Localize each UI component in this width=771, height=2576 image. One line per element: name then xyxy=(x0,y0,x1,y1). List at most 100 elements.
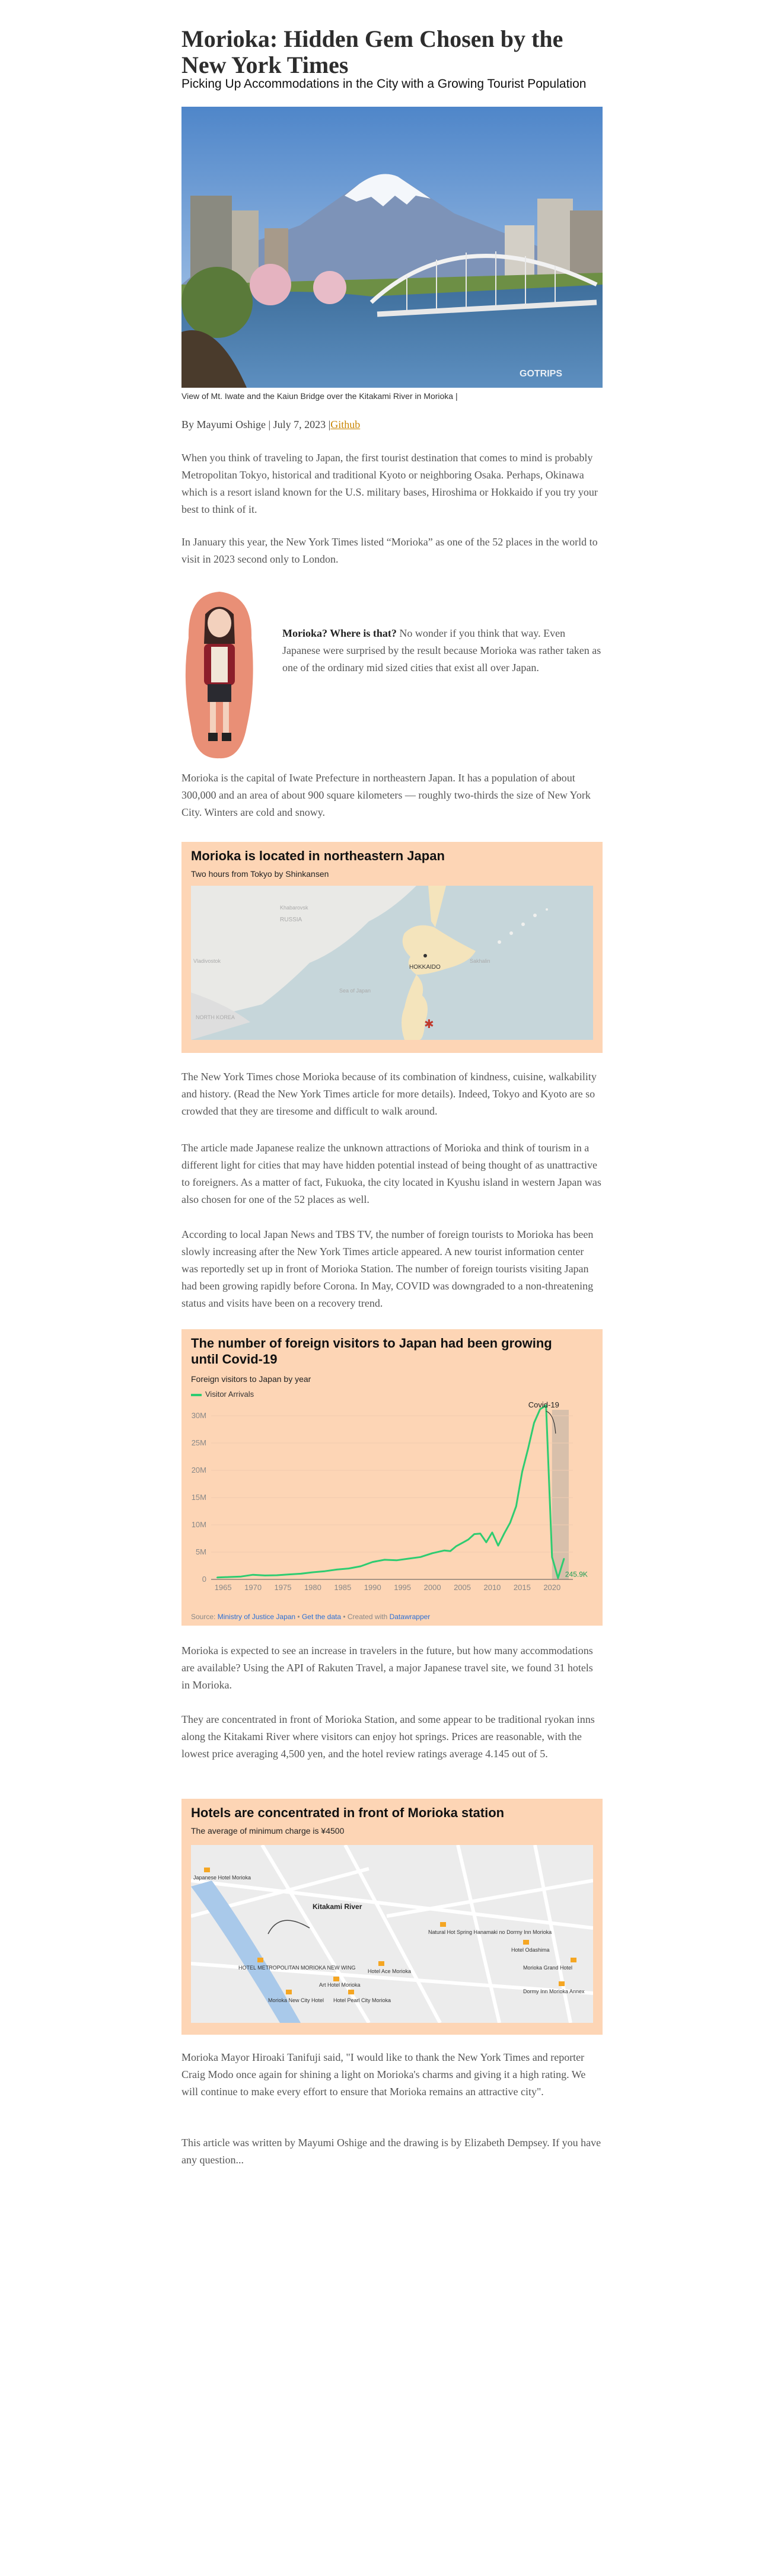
japan-map[interactable]: ✱ HOKKAIDO RUSSIA Khabarovsk Vladivostok… xyxy=(191,886,593,1040)
data-point xyxy=(384,1559,386,1561)
y-tick-label: 5M xyxy=(196,1547,206,1556)
river-label: Kitakami River xyxy=(313,1903,362,1911)
hero-photo: GOTRIPS xyxy=(181,107,603,388)
data-point xyxy=(503,1533,505,1534)
data-point xyxy=(264,1575,266,1576)
paragraph: In January this year, the New York Times… xyxy=(181,536,598,565)
data-point xyxy=(557,1577,559,1579)
data-point xyxy=(515,1505,517,1507)
map-label-north-korea: NORTH KOREA xyxy=(196,1014,235,1020)
paragraph: The New York Times chose Morioka because… xyxy=(181,1071,597,1117)
data-point xyxy=(563,1557,565,1560)
y-tick-label: 10M xyxy=(192,1520,206,1529)
datawrapper-link[interactable]: Datawrapper xyxy=(390,1613,431,1621)
chart-subtitle: Foreign visitors to Japan by year xyxy=(191,1374,311,1384)
y-tick-label: 0 xyxy=(202,1575,206,1584)
created-with: • Created with xyxy=(341,1613,390,1621)
hotel-map-subtitle: The average of minimum charge is ¥4500 xyxy=(191,1826,345,1836)
hotel-map-figure: Hotels are concentrated in front of Mori… xyxy=(181,1799,603,2035)
hotel-label: Hotel Odashima xyxy=(511,1947,550,1953)
data-point xyxy=(276,1574,278,1576)
visitors-figure: The number of foreign visitors to Japan … xyxy=(181,1329,603,1626)
map-title: Morioka is located in northeastern Japan xyxy=(191,848,445,863)
data-point xyxy=(473,1533,475,1535)
hotel-label: Hotel Ace Morioka xyxy=(368,1968,411,1974)
data-point xyxy=(359,1565,362,1568)
paragraph: When you think of traveling to Japan, th… xyxy=(181,452,598,515)
hotel-label: Art Hotel Morioka xyxy=(319,1982,361,1988)
x-tick-label: 1995 xyxy=(394,1583,411,1592)
source-link[interactable]: Ministry of Justice Japan xyxy=(218,1613,295,1621)
hotel-label: Hotel Pearl City Morioka xyxy=(333,1997,391,2003)
paragraph: Morioka is the capital of Iwate Prefectu… xyxy=(181,772,591,818)
data-point xyxy=(467,1538,469,1541)
data-point xyxy=(300,1573,302,1575)
x-tick-label: 1985 xyxy=(334,1583,351,1592)
map-label-russia: RUSSIA xyxy=(280,917,302,923)
data-point xyxy=(336,1569,337,1571)
hotel-label: Morioka New City Hotel xyxy=(268,1997,324,2003)
map-label-hokkaido: HOKKAIDO xyxy=(409,964,441,971)
x-tick-label: 2000 xyxy=(424,1583,441,1592)
paragraph: Morioka is expected to see an increase i… xyxy=(181,1645,593,1691)
x-tick-label: 2005 xyxy=(454,1583,471,1592)
hero-photo-illustration: GOTRIPS xyxy=(181,107,603,388)
x-tick-label: 1980 xyxy=(304,1583,321,1592)
data-point xyxy=(521,1471,523,1473)
y-tick-label: 30M xyxy=(192,1411,206,1420)
hotel-map-title: Hotels are concentrated in front of Mori… xyxy=(191,1805,505,1820)
data-point xyxy=(509,1522,511,1524)
data-point xyxy=(228,1576,230,1578)
x-tick-label: 2010 xyxy=(483,1583,501,1592)
x-tick-label: 2020 xyxy=(543,1583,560,1592)
data-point xyxy=(533,1422,535,1424)
hotel-label: Natural Hot Spring Hanamaki no Dormy Inn… xyxy=(428,1929,552,1935)
x-tick-label: 2015 xyxy=(514,1583,531,1592)
hotel-map[interactable]: Kitakami River Japanese Hotel Morioka HO… xyxy=(191,1845,593,2023)
data-point xyxy=(240,1576,242,1578)
data-point xyxy=(407,1557,409,1560)
x-tick-label: 1970 xyxy=(244,1583,262,1592)
y-tick-label: 25M xyxy=(192,1438,206,1447)
data-point xyxy=(485,1541,488,1543)
data-point xyxy=(216,1576,218,1578)
data-point xyxy=(444,1550,445,1552)
x-tick-label: 1990 xyxy=(364,1583,381,1592)
github-link[interactable]: Github xyxy=(330,419,360,430)
hotel-label: Dormy Inn Morioka Annex xyxy=(523,1988,585,1994)
data-point xyxy=(479,1533,481,1534)
data-point xyxy=(312,1571,314,1573)
x-tick-label: 1975 xyxy=(275,1583,292,1592)
aside-bold: Morioka? Where is that? xyxy=(282,627,397,639)
data-point xyxy=(450,1550,451,1552)
data-point xyxy=(419,1556,422,1558)
data-point xyxy=(527,1448,529,1450)
map-label-sea: Sea of Japan xyxy=(339,988,371,994)
visitors-chart[interactable]: 0 5M 10M 15M 20M 25M 30M 1965 1970 1975 1980 1985 19… xyxy=(181,1394,603,1608)
article-title: Morioka: Hidden Gem Chosen by the New Yo… xyxy=(181,25,563,78)
byline-text: By Mayumi Oshige | July 7, 2023 | xyxy=(181,419,331,430)
data-point xyxy=(252,1573,254,1576)
map-label-vladivostok: Vladivostok xyxy=(193,958,221,964)
map-figure: Morioka is located in northeastern Japan… xyxy=(181,842,603,1053)
data-point xyxy=(288,1573,290,1575)
data-point xyxy=(461,1542,463,1544)
hotel-label: HOTEL METROPOLITAN MORIOKA NEW WING xyxy=(238,1965,356,1971)
source-prefix: Source: xyxy=(191,1613,218,1621)
hotel-label: Japanese Hotel Morioka xyxy=(193,1875,251,1881)
paragraph: Morioka Mayor Hiroaki Tanifuji said, "I … xyxy=(181,2051,586,2098)
map-label-sakhalin: Sakhalin xyxy=(470,958,490,964)
get-data-link[interactable]: Get the data xyxy=(302,1613,341,1621)
morioka-marker[interactable]: ✱ xyxy=(424,1018,434,1031)
hotel-label: Morioka Grand Hotel xyxy=(523,1965,572,1971)
hero-watermark: GOTRIPS xyxy=(520,369,562,379)
y-tick-label: 15M xyxy=(192,1493,206,1502)
y-tick-label: 20M xyxy=(192,1466,206,1474)
data-point xyxy=(396,1559,397,1561)
end-value-label: 245.9K xyxy=(565,1571,588,1579)
chart-title: The number of foreign visitors to Japan … xyxy=(191,1336,552,1367)
data-point xyxy=(455,1545,457,1547)
data-point xyxy=(348,1568,350,1569)
aside-paragraph: Morioka? Where is that? No wonder if you… xyxy=(282,625,603,676)
data-point xyxy=(497,1544,499,1547)
